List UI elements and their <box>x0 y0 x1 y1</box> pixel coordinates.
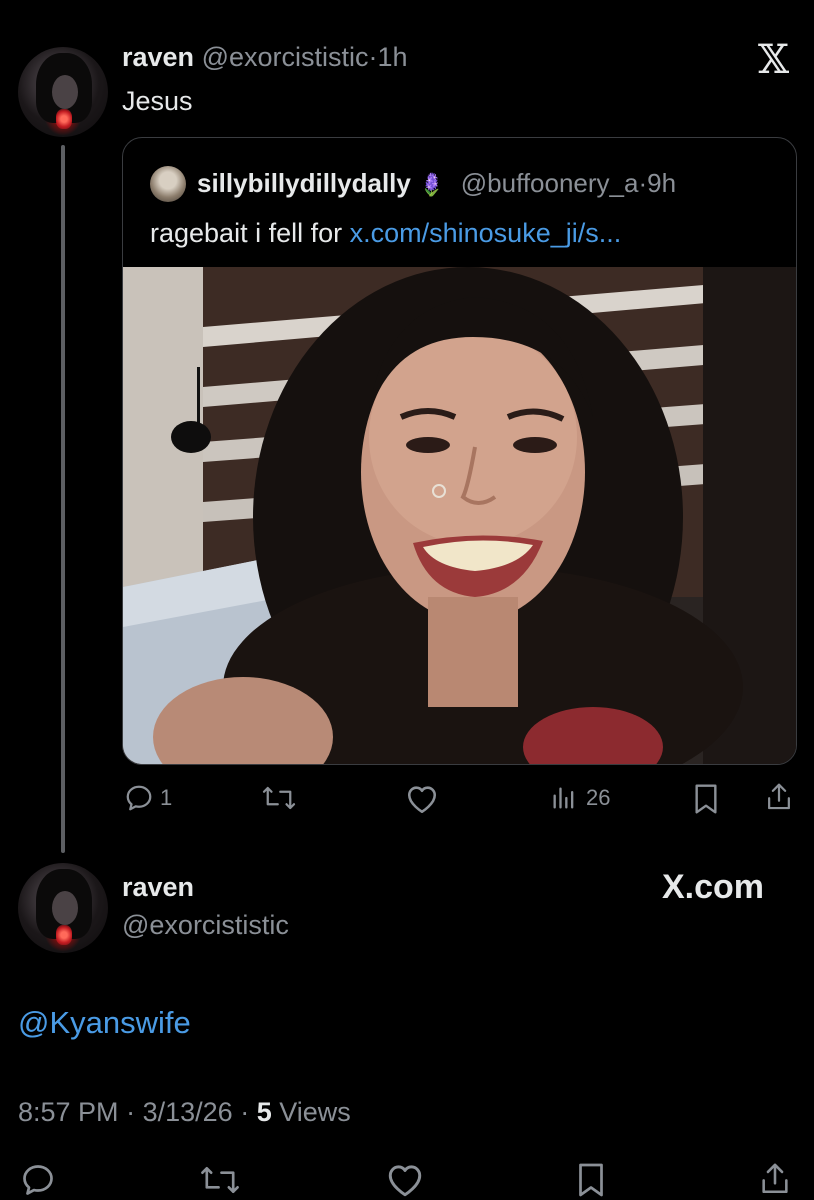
tweet-time[interactable]: 1h <box>378 42 408 72</box>
analytics-icon <box>553 787 574 809</box>
reply-count: 1 <box>160 785 173 810</box>
quote-author-name[interactable]: sillybillydillydally <box>197 168 411 198</box>
author-name[interactable]: raven <box>122 42 194 72</box>
tweet-header: raven @exorcististic·1h <box>122 42 408 73</box>
retweet-icon <box>262 786 296 810</box>
views-button[interactable]: 26 <box>550 784 610 812</box>
quote-time[interactable]: 9h <box>647 168 676 198</box>
card-author-avatar[interactable] <box>18 863 108 953</box>
quote-photo[interactable] <box>123 267 796 764</box>
sep-2: · <box>240 1097 250 1127</box>
quote-handle[interactable]: @buffoonery_a <box>461 168 639 198</box>
x-logo-icon: 𝕏 <box>758 37 790 83</box>
time-separator: · <box>368 42 378 72</box>
mention-link[interactable]: @Kyanswife <box>18 1005 191 1041</box>
share-icon <box>768 783 790 810</box>
card-bookmark-button[interactable] <box>575 1162 607 1198</box>
card-like-button[interactable] <box>385 1162 425 1198</box>
post-time: 8:57 PM <box>18 1097 119 1127</box>
sep-1: · <box>126 1097 136 1127</box>
author-avatar[interactable] <box>18 47 108 137</box>
share-icon <box>762 1163 788 1194</box>
card-author-name[interactable]: raven <box>122 872 194 903</box>
reply-icon <box>126 785 152 811</box>
quote-text-row: ragebait i fell for x.com/shinosuke_ji/s… <box>150 218 621 249</box>
bookmark-button[interactable] <box>692 783 720 815</box>
tweet-text: Jesus <box>122 86 193 116</box>
card-retweet-button[interactable] <box>198 1162 242 1198</box>
post-date: 3/13/26 <box>142 1097 233 1127</box>
bookmark-icon <box>695 784 717 814</box>
timestamp-row: 8:57 PM · 3/13/26 · 5 Views <box>18 1097 351 1128</box>
share-button[interactable] <box>764 781 794 813</box>
quote-avatar[interactable] <box>150 166 186 202</box>
card-reply-button[interactable] <box>20 1162 56 1198</box>
brand-label: X.com <box>662 868 765 906</box>
reply-button[interactable]: 1 <box>124 783 172 813</box>
card-author-handle[interactable]: @exorcististic <box>122 910 289 941</box>
quote-link[interactable]: x.com/shinosuke_ji/s... <box>350 218 622 248</box>
card-share-button[interactable] <box>758 1160 792 1198</box>
like-button[interactable] <box>405 783 439 815</box>
quote-time-separator: · <box>638 168 648 198</box>
author-handle[interactable]: @exorcististic <box>202 42 369 72</box>
heart-icon <box>407 786 437 814</box>
views-label: Views <box>279 1097 351 1127</box>
quote-emoji: 🪻 <box>418 172 446 197</box>
bookmark-icon <box>579 1163 603 1197</box>
views-count-bold: 5 <box>256 1097 272 1127</box>
heart-icon <box>388 1165 422 1197</box>
views-count: 26 <box>586 785 611 810</box>
quote-header: sillybillydillydally 🪻 @buffoonery_a·9h <box>197 168 676 199</box>
retweet-button[interactable] <box>260 783 298 813</box>
retweet-icon <box>201 1166 239 1194</box>
reply-icon <box>23 1165 53 1195</box>
quote-text: ragebait i fell for <box>150 218 343 248</box>
quoted-tweet[interactable]: sillybillydillydally 🪻 @buffoonery_a·9h … <box>122 137 797 765</box>
thread-line <box>61 145 65 853</box>
